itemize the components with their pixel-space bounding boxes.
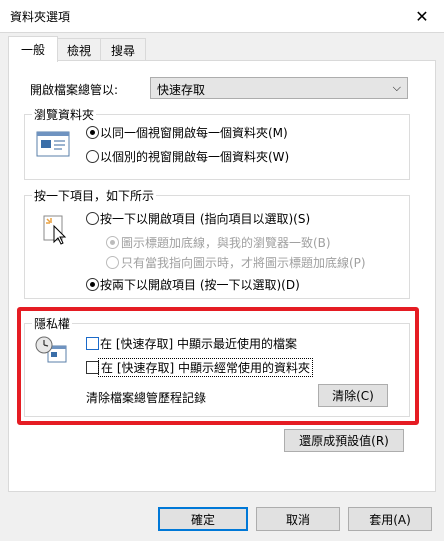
tab-view[interactable]: 檢視 (56, 38, 102, 61)
tab-general[interactable]: 一般 (8, 36, 58, 62)
underline-point-radio[interactable] (106, 256, 119, 269)
restore-defaults-button[interactable]: 還原成預設值(R) (284, 429, 404, 452)
chevron-down-icon: ⌵ (392, 81, 401, 94)
click-items-title: 按一下項目，如下所示 (32, 187, 157, 204)
underline-point-label[interactable]: 只有當我指向圖示時，才將圖示標題加底線(P) (121, 254, 366, 271)
tab-search[interactable]: 搜尋 (100, 38, 146, 61)
open-explorer-label: 開啟檔案總管以: (30, 83, 119, 97)
open-explorer-value: 快速存取 (157, 83, 206, 97)
double-click-label[interactable]: 按兩下以開啟項目 (按一下以選取)(D) (100, 276, 300, 293)
separate-window-label[interactable]: 以個別的視窗開啟每一個資料夾(W) (100, 148, 289, 165)
window-title: 資料夾選項 (10, 10, 71, 24)
underline-browser-label[interactable]: 圖示標題加底線，與我的瀏覽器一致(B) (121, 234, 331, 251)
tab-view-label: 檢視 (66, 43, 91, 58)
browse-folders-icon (36, 130, 70, 158)
highlight-box (17, 307, 419, 425)
double-click-radio[interactable] (86, 278, 99, 291)
single-click-radio[interactable] (86, 212, 99, 225)
restore-defaults-label: 還原成預設值(R) (299, 434, 389, 448)
cancel-button-label: 取消 (285, 512, 310, 527)
ok-button-label: 確定 (190, 512, 215, 527)
ok-button[interactable]: 確定 (158, 507, 248, 531)
separate-window-radio[interactable] (86, 150, 99, 163)
open-explorer-dropdown[interactable]: 快速存取 ⌵ (150, 77, 408, 99)
tab-general-label: 一般 (20, 43, 45, 57)
single-click-label[interactable]: 按一下以開啟項目 (指向項目以選取)(S) (100, 210, 310, 227)
close-icon[interactable]: ✕ (402, 2, 442, 30)
click-cursor-icon (42, 214, 68, 246)
tab-search-label: 搜尋 (110, 43, 135, 58)
underline-browser-radio[interactable] (106, 236, 119, 249)
same-window-label[interactable]: 以同一個視窗開啟每一個資料夾(M) (100, 124, 288, 141)
apply-button-label: 套用(A) (369, 512, 411, 527)
cancel-button[interactable]: 取消 (256, 507, 340, 531)
apply-button[interactable]: 套用(A) (348, 507, 432, 531)
browse-folders-title: 瀏覽資料夾 (32, 106, 97, 123)
same-window-radio[interactable] (86, 126, 99, 139)
